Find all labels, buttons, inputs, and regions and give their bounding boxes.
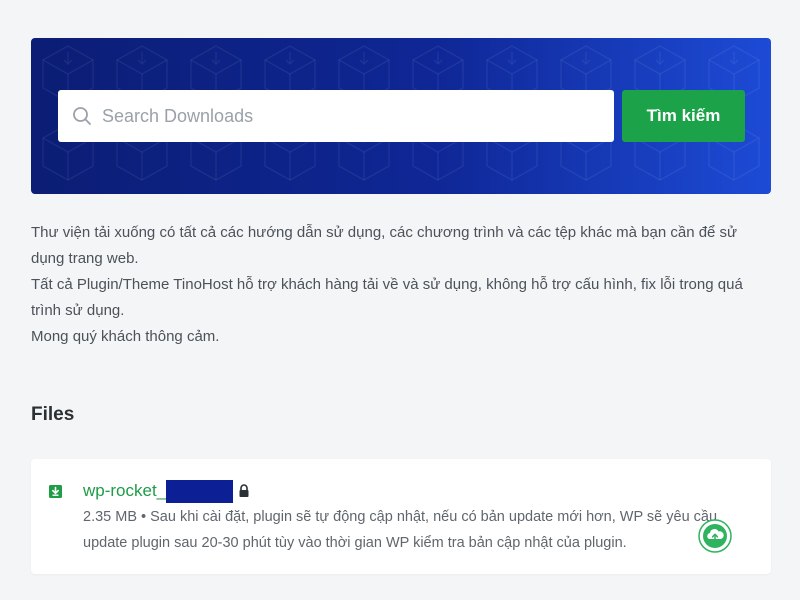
file-description: 2.35 MB • Sau khi cài đặt, plugin sẽ tự … <box>83 509 718 551</box>
redacted-block <box>166 479 234 503</box>
search-box <box>58 90 614 142</box>
description-line: Mong quý khách thông cảm. <box>31 328 220 345</box>
search-hero-banner: Tìm kiếm <box>31 38 771 194</box>
files-heading: Files <box>31 404 75 425</box>
cloud-upload-icon[interactable] <box>698 519 732 553</box>
description-line: Thư viện tải xuống có tất cả các hướng d… <box>31 224 738 267</box>
description-line: Tất cả Plugin/Theme TinoHost hỗ trợ khác… <box>31 276 743 319</box>
file-card: wp-rocket_ 2.35 MB • Sau khi cài đặt, pl… <box>31 459 771 574</box>
lock-icon <box>239 484 249 497</box>
search-icon <box>73 107 91 125</box>
search-button[interactable]: Tìm kiếm <box>622 90 745 142</box>
download-library-description: Thư viện tải xuống có tất cả các hướng d… <box>31 220 761 350</box>
file-title-row: wp-rocket_ <box>83 479 250 503</box>
search-input[interactable] <box>102 90 602 142</box>
download-icon <box>49 485 62 498</box>
file-link[interactable]: wp-rocket_ <box>83 481 166 501</box>
